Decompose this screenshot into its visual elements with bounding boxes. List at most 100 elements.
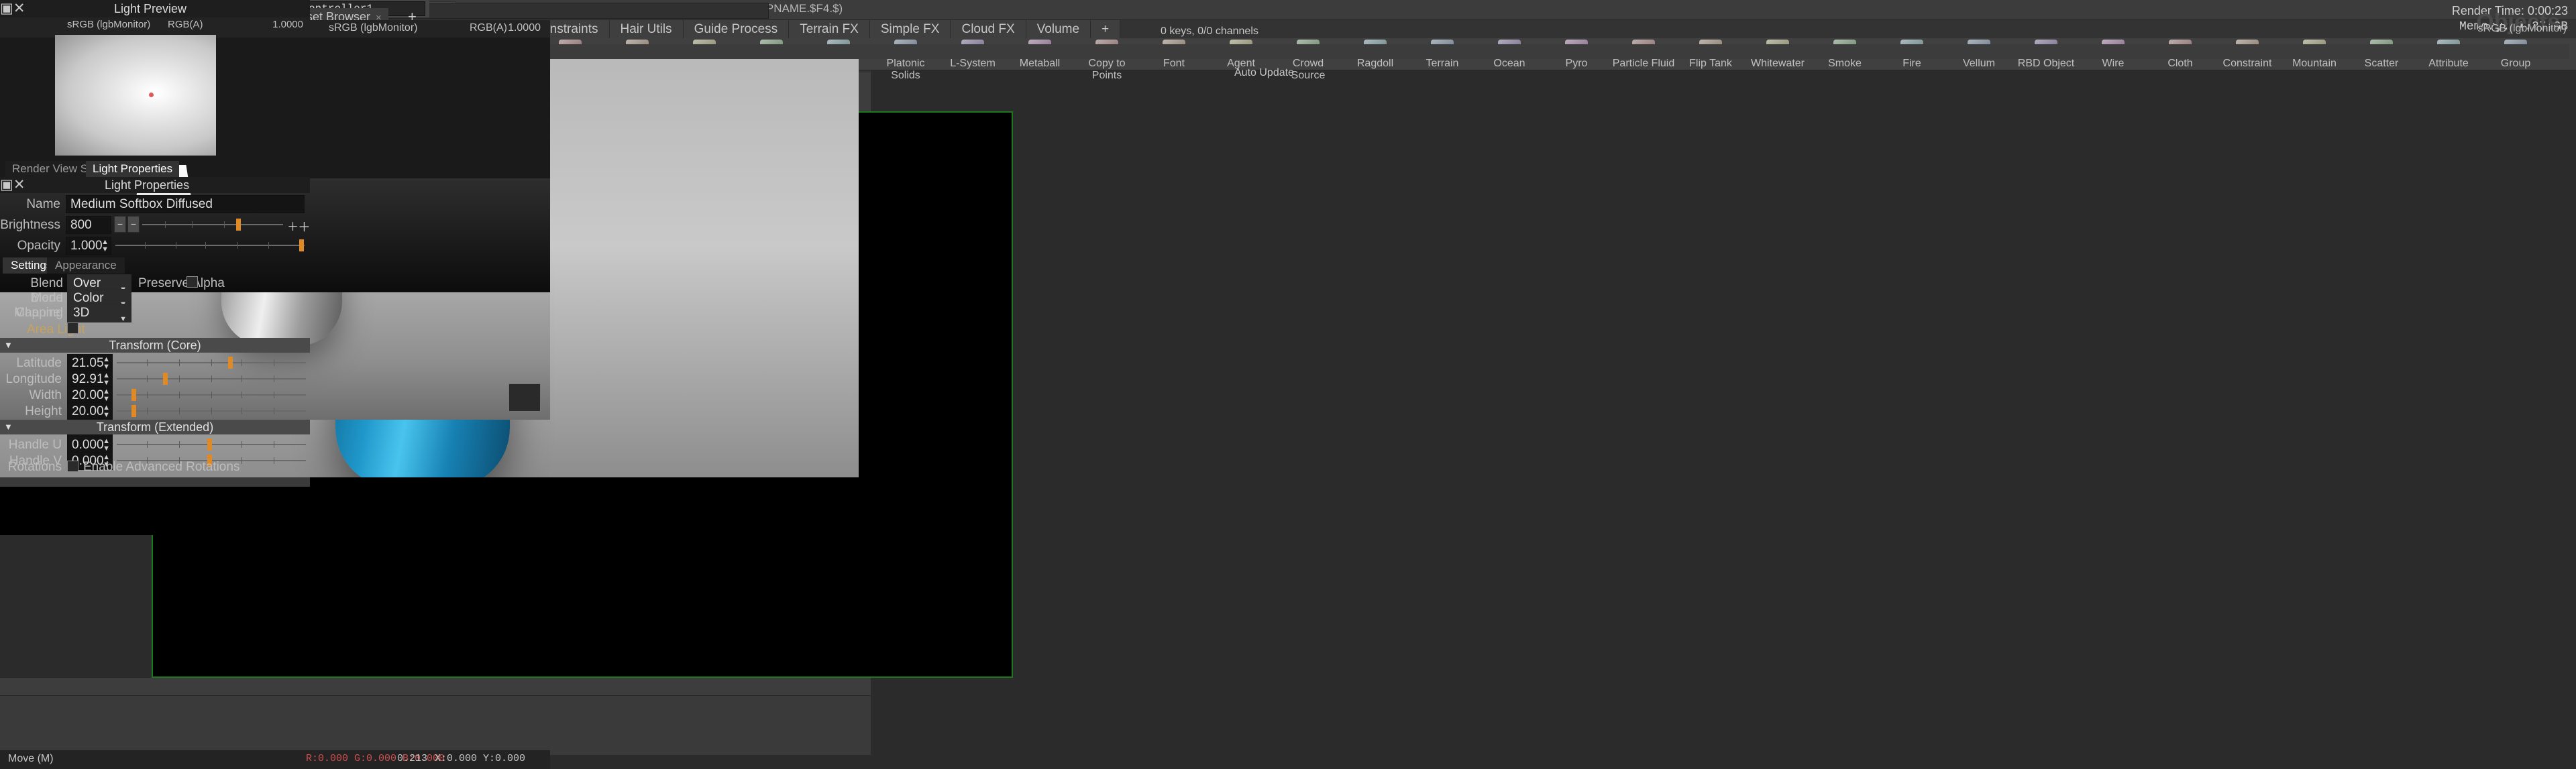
transform-extended-title: Transform (Extended) <box>96 420 214 434</box>
longitude-stepper[interactable]: ▲ ▼ <box>103 372 110 387</box>
opacity-slider-knob[interactable] <box>299 239 304 251</box>
shelf-tool-label: Platonic Solids <box>886 58 925 81</box>
tick <box>237 242 238 249</box>
longitude-value: 92.91 <box>72 372 104 386</box>
transform-extended-header[interactable]: ▼ Transform (Extended) <box>0 420 310 434</box>
longitude-slider[interactable] <box>117 371 306 387</box>
light-props-sub-tab-bar: Settings Appearance <box>0 257 310 274</box>
brightness-minus-button[interactable]: − <box>127 216 140 233</box>
handle-u-knob[interactable] <box>207 438 213 451</box>
shelf-tab-guide-process[interactable]: Guide Process <box>683 20 790 38</box>
light-properties-window-controls[interactable]: ▣✕ <box>0 177 25 192</box>
slider-tick <box>241 392 243 398</box>
latitude-slider[interactable] <box>117 355 306 371</box>
shelf-tab-simple-fx[interactable]: Simple FX <box>869 20 951 38</box>
collapse-icon-core[interactable]: ▼ <box>4 338 13 353</box>
brightness-slider[interactable] <box>142 217 283 233</box>
mapping-combo[interactable]: 3D ▼ <box>67 304 131 323</box>
hdrls-canvas-exposure[interactable]: 1.0000 <box>508 22 541 34</box>
transform-core-header[interactable]: ▼ Transform (Core) <box>0 338 310 353</box>
light-preview-exposure[interactable]: 1.0000 <box>272 19 303 30</box>
shelf-tab-hair-utils[interactable]: Hair Utils <box>609 20 684 38</box>
light-name-label: Name <box>26 197 60 211</box>
light-preview-colorspace[interactable]: sRGB (lgbMonitor) <box>67 19 150 30</box>
hdrls-canvas-footer-move: Move (M) <box>8 753 54 764</box>
collapse-icon-ext[interactable]: ▼ <box>4 420 13 434</box>
shelf-tool-label: Group <box>2500 58 2531 69</box>
slider-tick <box>211 392 212 398</box>
shelf-tool-label: Flip Tank <box>1689 58 1732 69</box>
shelf-add-tab-button[interactable]: + <box>1091 20 1121 38</box>
hdrls-render-thumbnail[interactable] <box>508 383 541 412</box>
sub-tab-appearance[interactable]: Appearance <box>47 257 125 274</box>
shelf-tool-label: Wire <box>2102 58 2125 69</box>
shelf-tool-label: Mountain <box>2292 58 2337 69</box>
slider-tick <box>211 375 212 382</box>
brightness-slider-knob[interactable] <box>236 219 241 231</box>
width-stepper[interactable]: ▲ ▼ <box>103 388 110 403</box>
shelf-tab-volume[interactable]: Volume <box>1026 20 1091 38</box>
auto-update-label[interactable]: Auto Update <box>1234 67 1294 79</box>
rotations-disabled-row <box>0 477 310 487</box>
brightness-minus-2-button[interactable]: − <box>114 216 126 233</box>
height-stepper[interactable]: ▲ ▼ <box>103 404 110 419</box>
opacity-value: 1.000 <box>70 239 103 253</box>
shelf-tool-label: Scatter <box>2364 58 2399 69</box>
transform-core-title: Transform (Core) <box>109 339 201 352</box>
slider-tick <box>179 375 180 382</box>
tab-light-properties[interactable]: Light Properties <box>86 161 180 177</box>
opacity-slider[interactable] <box>115 237 305 253</box>
light-preview-handle[interactable] <box>149 93 154 97</box>
latitude-stepper[interactable]: ▲ ▼ <box>103 356 110 371</box>
latitude-value: 21.05 <box>72 356 104 370</box>
tick <box>145 242 146 249</box>
light-preview-channel[interactable]: RGB(A) <box>168 19 203 30</box>
advanced-rotations-label: Enable Advanced Rotations <box>83 460 240 474</box>
handle-u-label: Handle U <box>8 438 62 452</box>
slider-tick <box>179 408 180 414</box>
handle-u-slider[interactable] <box>117 436 306 453</box>
height-slider[interactable] <box>117 403 306 419</box>
height-knob[interactable] <box>131 405 137 417</box>
shelf-tool-label: Terrain <box>1426 58 1459 69</box>
opacity-field[interactable]: 1.000 ▲ ▼ <box>66 237 111 255</box>
shelf-tab-terrain-fx[interactable]: Terrain FX <box>789 20 870 38</box>
brightness-field[interactable]: 800 <box>66 216 111 234</box>
hdrls-canvas-channel[interactable]: RGB(A) <box>470 22 507 34</box>
latitude-field[interactable]: 21.05 ▲ ▼ <box>67 354 113 372</box>
light-preview-image[interactable] <box>55 35 216 156</box>
area-light-checkbox[interactable] <box>67 322 78 334</box>
longitude-knob[interactable] <box>163 373 168 385</box>
shelf-tool-label: Cloth <box>2167 58 2193 69</box>
height-value: 20.00 <box>72 404 104 418</box>
light-preview-window-controls[interactable]: ▣✕ <box>0 1 25 16</box>
shelf-tab-cloud-fx[interactable]: Cloud FX <box>951 20 1026 38</box>
shelf-tool-label: Smoke <box>1828 58 1862 69</box>
mapping-label: Mapping <box>14 306 63 320</box>
tick <box>224 221 225 228</box>
width-knob[interactable] <box>131 389 137 401</box>
preserve-alpha-checkbox[interactable] <box>186 276 198 288</box>
width-value: 20.00 <box>72 388 104 402</box>
height-field[interactable]: 20.00 ▲ ▼ <box>67 402 113 420</box>
advanced-rotations-checkbox[interactable] <box>67 461 78 472</box>
brightness-plus-big-button[interactable]: ＋ <box>298 217 311 235</box>
opacity-stepper[interactable]: ▲ ▼ <box>101 239 109 253</box>
preserve-alpha-label: Preserve Alpha <box>138 276 225 290</box>
blend-channel-value: Color <box>73 291 104 305</box>
handle-u-stepper[interactable]: ▲ ▼ <box>103 438 110 453</box>
light-preview-title: Light Preview <box>114 2 187 15</box>
light-properties-title-bar: Light Properties ▣✕ <box>0 177 310 193</box>
width-slider[interactable] <box>117 387 306 403</box>
longitude-field[interactable]: 92.91 ▲ ▼ <box>67 370 113 388</box>
light-name-field[interactable]: Medium Softbox Diffused <box>66 195 305 213</box>
shelf-tool-label: L-System <box>950 58 996 69</box>
brightness-label: Brightness <box>0 218 60 232</box>
width-field[interactable]: 20.00 ▲ ▼ <box>67 386 113 404</box>
hdrls-canvas-colorspace[interactable]: sRGB (lgbMonitor) <box>329 22 417 34</box>
tick <box>192 221 193 228</box>
handle-u-field[interactable]: 0.000 ▲ ▼ <box>67 436 113 454</box>
brightness-plus-button[interactable]: ＋ <box>287 217 299 234</box>
latitude-knob[interactable] <box>227 357 233 369</box>
keys-channels-label: 0 keys, 0/0 channels <box>1161 25 1258 37</box>
